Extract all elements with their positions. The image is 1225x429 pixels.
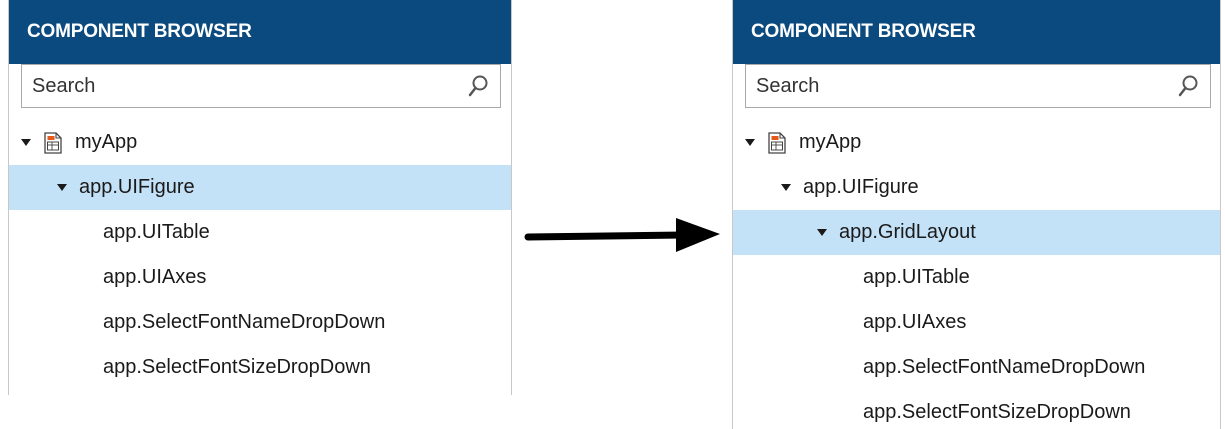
component-browser-after: COMPONENT BROWSER myApp app.UIFigure app.G… — [732, 0, 1221, 429]
expand-caret-icon[interactable] — [57, 184, 67, 191]
app-file-icon — [44, 132, 62, 154]
tree-node-label: myApp — [75, 131, 138, 153]
tree-node-label: app.SelectFontSizeDropDown — [103, 356, 371, 378]
search-icon[interactable] — [1178, 74, 1200, 98]
expand-caret-icon[interactable] — [745, 139, 755, 146]
tree-node-label: app.SelectFontNameDropDown — [103, 311, 386, 333]
tree-node-label: app.UITable — [863, 266, 970, 288]
tree-node[interactable]: myApp — [9, 120, 511, 165]
tree-node-label: app.SelectFontNameDropDown — [863, 356, 1146, 378]
tree-node[interactable]: app.UITable — [9, 210, 511, 255]
expand-caret-icon[interactable] — [21, 139, 31, 146]
tree-node-label: myApp — [799, 131, 862, 153]
tree-node-label: app.UIAxes — [863, 311, 967, 333]
expand-caret-icon[interactable] — [817, 229, 827, 236]
tree-node[interactable]: app.UIAxes — [733, 300, 1220, 345]
tree-node[interactable]: app.SelectFontSizeDropDown — [733, 390, 1220, 429]
tree-node[interactable]: myApp — [733, 120, 1220, 165]
tree-node[interactable]: app.UIFigure — [733, 165, 1220, 210]
tree-node[interactable]: app.SelectFontNameDropDown — [733, 345, 1220, 390]
expand-caret-icon[interactable] — [781, 184, 791, 191]
tree-node-label: app.SelectFontSizeDropDown — [863, 401, 1131, 423]
search-input[interactable] — [756, 73, 1136, 99]
panel-header: COMPONENT BROWSER — [9, 0, 511, 64]
search-input[interactable] — [32, 73, 412, 99]
tree-node-label: app.GridLayout — [839, 221, 976, 243]
tree-node-label: app.UIFigure — [79, 176, 195, 198]
search-icon[interactable] — [468, 74, 490, 98]
right-arrow-icon — [524, 218, 720, 252]
tree-node[interactable]: app.GridLayout — [733, 210, 1220, 255]
search-box[interactable] — [21, 64, 501, 108]
search-box[interactable] — [745, 64, 1211, 108]
tree-node-label: app.UIFigure — [803, 176, 919, 198]
app-file-icon — [768, 132, 786, 154]
tree-node[interactable]: app.UIFigure — [9, 165, 511, 210]
panel-header: COMPONENT BROWSER — [733, 0, 1220, 64]
component-tree: myApp app.UIFigure app.GridLayout app.UITab… — [733, 120, 1220, 429]
tree-node-label: app.UIAxes — [103, 266, 207, 288]
component-browser-before: COMPONENT BROWSER myApp app.UIFigure app.U… — [8, 0, 512, 395]
tree-node[interactable]: app.UITable — [733, 255, 1220, 300]
tree-node[interactable]: app.SelectFontNameDropDown — [9, 300, 511, 345]
component-tree: myApp app.UIFigure app.UITable app.UIAxes ap… — [9, 120, 511, 390]
tree-node[interactable]: app.SelectFontSizeDropDown — [9, 345, 511, 390]
tree-node-label: app.UITable — [103, 221, 210, 243]
tree-node[interactable]: app.UIAxes — [9, 255, 511, 300]
